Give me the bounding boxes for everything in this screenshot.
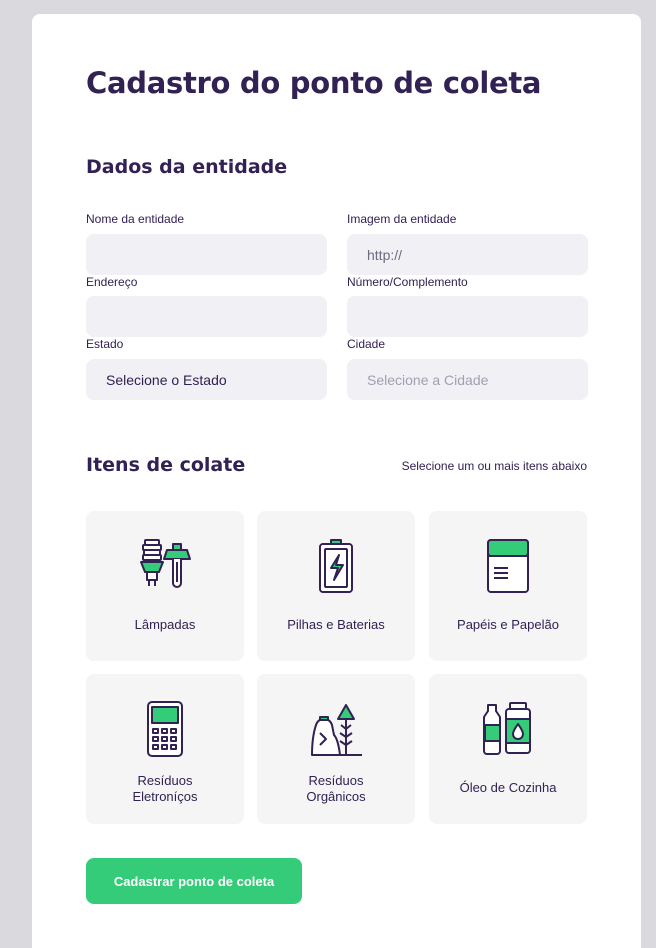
item-card-organic[interactable]: Resíduos Orgânicos	[257, 674, 415, 824]
item-card-lamps[interactable]: Lâmpadas	[86, 511, 244, 661]
item-card-electronics[interactable]: Resíduos Eletroníços	[86, 674, 244, 824]
items-hint: Selecione um ou mais itens abaixo	[401, 459, 587, 473]
number-label: Número/Complemento	[347, 275, 468, 289]
entity-image-input[interactable]: http://	[347, 234, 588, 275]
item-label: Papéis e Papelão	[457, 617, 559, 632]
item-label: Pilhas e Baterias	[287, 617, 385, 632]
item-card-battery[interactable]: Pilhas e Baterias	[257, 511, 415, 661]
state-label: Estado	[86, 337, 124, 351]
lamps-icon	[140, 539, 191, 588]
entity-name-input[interactable]	[86, 234, 327, 275]
page-title: Cadastro do ponto de coleta	[86, 66, 542, 100]
address-input[interactable]	[86, 296, 327, 337]
city-label: Cidade	[347, 337, 386, 351]
submit-button[interactable]: Cadastrar ponto de coleta	[86, 858, 302, 904]
form-card: Cadastro do ponto de coleta Dados da ent…	[32, 14, 641, 948]
entity-image-label: Imagem da entidade	[347, 212, 457, 226]
item-label: Óleo de Cozinha	[459, 780, 557, 795]
address-label: Endereço	[86, 275, 138, 289]
battery-icon	[319, 539, 353, 593]
paper-icon	[487, 539, 529, 593]
number-input[interactable]	[347, 296, 588, 337]
electronics-icon	[147, 701, 183, 757]
organic-icon	[311, 704, 362, 756]
city-select[interactable]: Selecione a Cidade	[347, 359, 588, 400]
entity-image-placeholder: http://	[367, 246, 403, 263]
item-label: Lâmpadas	[134, 617, 196, 632]
oil-icon	[483, 702, 531, 755]
item-card-paper[interactable]: Papéis e Papelão	[429, 511, 587, 661]
city-selected-value: Selecione a Cidade	[367, 371, 489, 388]
item-label: Resíduos Orgânicos	[306, 773, 366, 804]
entity-name-label: Nome da entidade	[86, 212, 185, 226]
item-card-oil[interactable]: Óleo de Cozinha	[429, 674, 587, 824]
entity-section-title: Dados da entidade	[86, 156, 288, 178]
items-section-title: Itens de colate	[86, 454, 246, 476]
state-select[interactable]: Selecione o Estado	[86, 359, 327, 400]
item-label: Resíduos Eletroníços	[132, 773, 198, 804]
state-selected-value: Selecione o Estado	[106, 371, 227, 388]
